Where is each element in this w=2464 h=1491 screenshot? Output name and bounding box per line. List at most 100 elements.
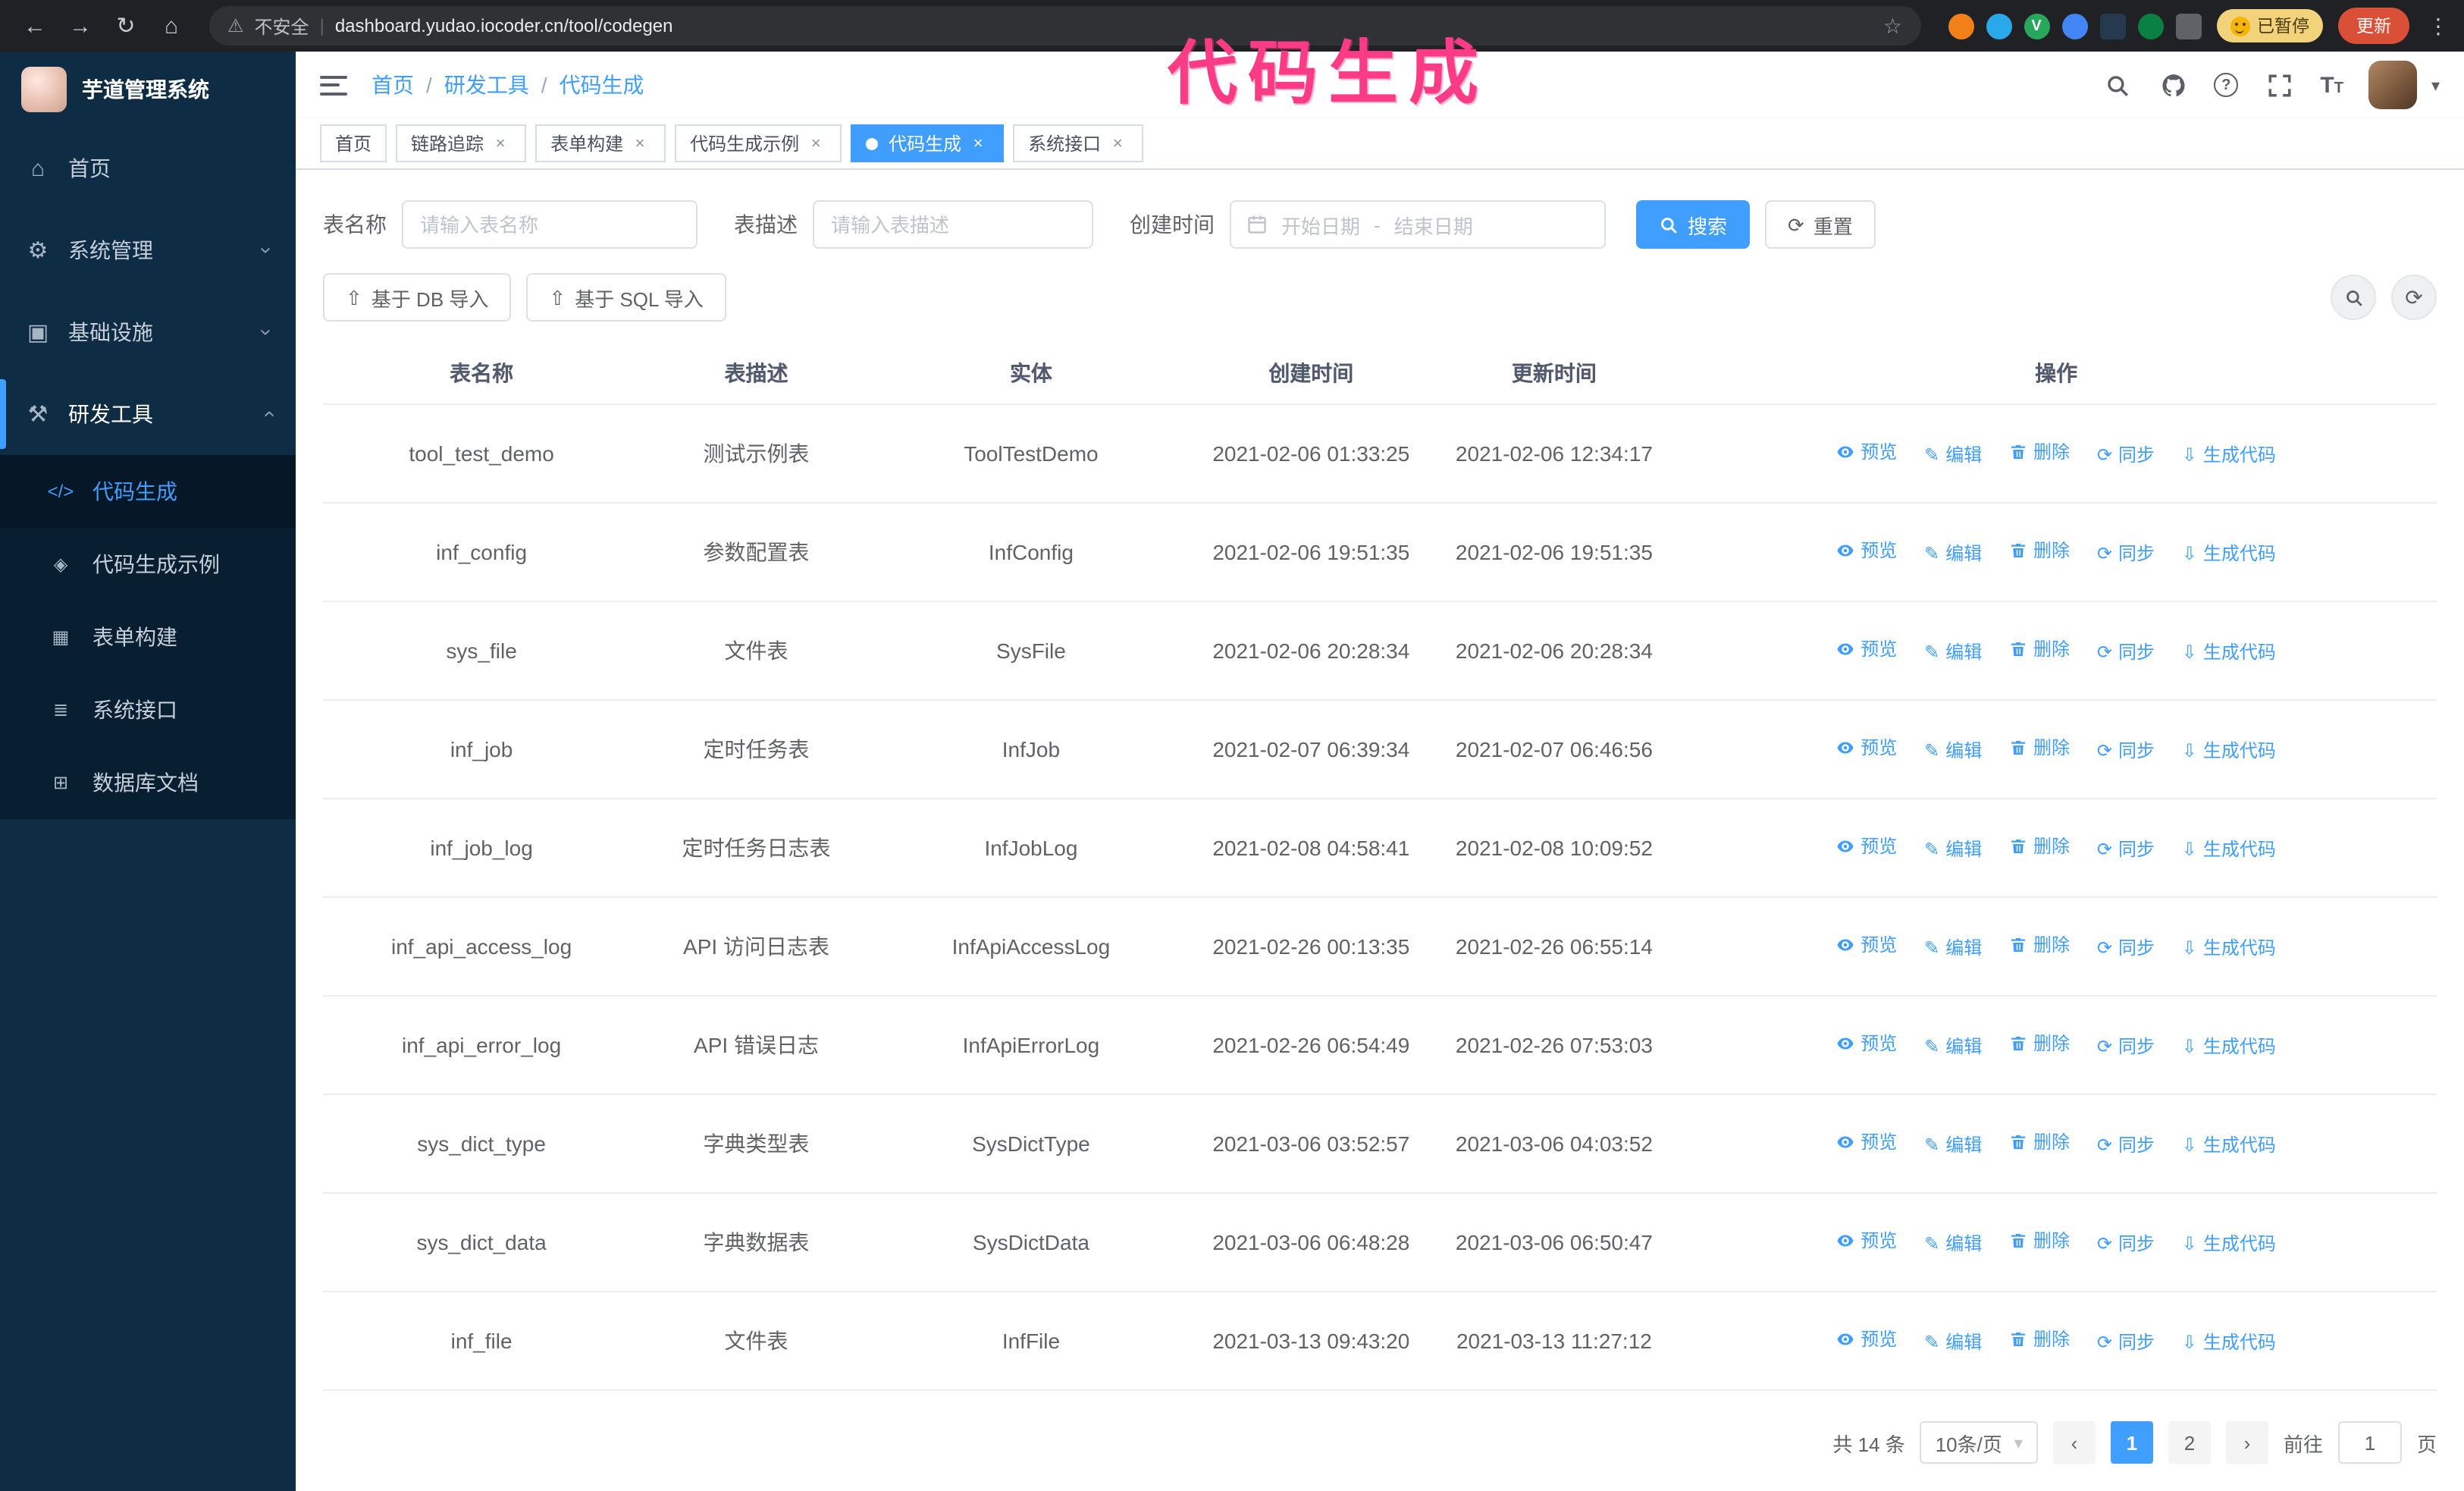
avatar-caret-icon[interactable]: ▾ (2431, 75, 2440, 95)
reset-button[interactable]: ⟳ 重置 (1765, 200, 1876, 249)
tag-form-builder[interactable]: 表单构建 × (535, 124, 666, 162)
edit-link[interactable]: ✎ 编辑 (1924, 1327, 1982, 1358)
next-page-button[interactable]: › (2225, 1421, 2268, 1464)
sync-link[interactable]: ⟳ 同步 (2097, 440, 2155, 470)
delete-link[interactable]: 删除 (2009, 1226, 2070, 1256)
sidebar-item-db-doc[interactable]: ⊞ 数据库文档 (0, 746, 296, 819)
edit-link[interactable]: ✎ 编辑 (1924, 538, 1982, 569)
search-button[interactable]: 搜索 (1636, 200, 1751, 249)
close-icon[interactable]: × (967, 133, 989, 154)
sync-link[interactable]: ⟳ 同步 (2097, 538, 2155, 569)
sync-link[interactable]: ⟳ 同步 (2097, 933, 2155, 963)
preview-link[interactable]: 预览 (1836, 437, 1897, 467)
browser-update-button[interactable]: 更新 (2338, 8, 2409, 44)
sidebar-item-system-management[interactable]: ⚙ 系统管理 › (0, 209, 296, 291)
sidebar-item-system-api[interactable]: ≣ 系统接口 (0, 673, 296, 746)
extension-icon-v[interactable]: V (2024, 13, 2049, 39)
generate-code-link[interactable]: ⇩ 生成代码 (2182, 637, 2276, 667)
sync-link[interactable]: ⟳ 同步 (2097, 1229, 2155, 1259)
sidebar-item-home[interactable]: ⌂ 首页 (0, 127, 296, 209)
extension-icon-people[interactable] (2061, 13, 2087, 39)
close-icon[interactable]: × (805, 133, 826, 154)
table-desc-input[interactable] (813, 200, 1093, 249)
sidebar-item-codegen[interactable]: </> 代码生成 (0, 455, 296, 528)
reload-button[interactable]: ↻ (106, 6, 146, 46)
browser-menu-icon[interactable]: ⋮ (2428, 13, 2449, 39)
generate-code-link[interactable]: ⇩ 生成代码 (2182, 736, 2276, 766)
edit-link[interactable]: ✎ 编辑 (1924, 1130, 1982, 1160)
goto-page-input[interactable] (2337, 1421, 2402, 1464)
delete-link[interactable]: 删除 (2009, 535, 2070, 566)
tag-tracing[interactable]: 链路追踪 × (396, 124, 527, 162)
preview-link[interactable]: 预览 (1836, 1028, 1897, 1059)
table-name-input[interactable] (402, 200, 698, 249)
page-size-select[interactable]: 10条/页 ▾ (1920, 1421, 2038, 1464)
close-icon[interactable]: × (629, 133, 650, 154)
tag-home[interactable]: 首页 (320, 124, 387, 162)
preview-link[interactable]: 预览 (1836, 634, 1897, 664)
refresh-table-button[interactable]: ⟳ (2391, 275, 2437, 320)
extension-icon-dark[interactable] (2099, 13, 2125, 39)
sync-link[interactable]: ⟳ 同步 (2097, 637, 2155, 667)
edit-link[interactable]: ✎ 编辑 (1924, 834, 1982, 865)
avatar[interactable] (2368, 61, 2418, 109)
delete-link[interactable]: 删除 (2009, 1324, 2070, 1354)
sidebar-toggle-icon[interactable] (320, 75, 347, 95)
page-button-2[interactable]: 2 (2168, 1421, 2211, 1464)
extension-icon-drop[interactable] (1986, 13, 2011, 39)
generate-code-link[interactable]: ⇩ 生成代码 (2182, 1031, 2276, 1062)
import-db-button[interactable]: ⇧ 基于 DB 导入 (323, 273, 512, 322)
tag-codegen-active[interactable]: 代码生成 × (851, 124, 1005, 162)
home-button[interactable]: ⌂ (152, 6, 191, 46)
delete-link[interactable]: 删除 (2009, 930, 2070, 960)
sync-link[interactable]: ⟳ 同步 (2097, 1327, 2155, 1358)
preview-link[interactable]: 预览 (1836, 1127, 1897, 1157)
generate-code-link[interactable]: ⇩ 生成代码 (2182, 834, 2276, 865)
import-sql-button[interactable]: ⇧ 基于 SQL 导入 (526, 273, 726, 322)
address-bar[interactable]: ⚠ 不安全 | dashboard.yudao.iocoder.cn/tool/… (209, 6, 1920, 46)
breadcrumb-dev-tools[interactable]: 研发工具 (444, 70, 529, 100)
preview-link[interactable]: 预览 (1836, 930, 1897, 960)
fullscreen-icon[interactable] (2264, 70, 2294, 100)
delete-link[interactable]: 删除 (2009, 733, 2070, 763)
github-icon[interactable] (2158, 70, 2188, 100)
generate-code-link[interactable]: ⇩ 生成代码 (2182, 1130, 2276, 1160)
delete-link[interactable]: 删除 (2009, 437, 2070, 467)
generate-code-link[interactable]: ⇩ 生成代码 (2182, 1229, 2276, 1259)
edit-link[interactable]: ✎ 编辑 (1924, 933, 1982, 963)
delete-link[interactable]: 删除 (2009, 634, 2070, 664)
page-button-1[interactable]: 1 (2110, 1421, 2153, 1464)
tag-codegen-example[interactable]: 代码生成示例 × (675, 124, 842, 162)
delete-link[interactable]: 删除 (2009, 1127, 2070, 1157)
search-icon[interactable] (2102, 70, 2132, 100)
sync-link[interactable]: ⟳ 同步 (2097, 1130, 2155, 1160)
date-range-picker[interactable]: 开始日期 - 结束日期 (1230, 200, 1606, 249)
forward-button[interactable]: → (61, 6, 100, 46)
preview-link[interactable]: 预览 (1836, 831, 1897, 862)
help-icon[interactable]: ? (2214, 73, 2239, 97)
edit-link[interactable]: ✎ 编辑 (1924, 1229, 1982, 1259)
preview-link[interactable]: 预览 (1836, 1324, 1897, 1354)
extensions-puzzle-icon[interactable] (2175, 13, 2201, 39)
edit-link[interactable]: ✎ 编辑 (1924, 637, 1982, 667)
extension-icon-leaf[interactable] (2137, 13, 2163, 39)
prev-page-button[interactable]: ‹ (2052, 1421, 2096, 1464)
sidebar-item-infrastructure[interactable]: ▣ 基础设施 › (0, 291, 296, 373)
edit-link[interactable]: ✎ 编辑 (1924, 1031, 1982, 1062)
font-size-icon[interactable]: TT (2320, 72, 2343, 98)
close-icon[interactable]: × (1107, 133, 1128, 154)
bookmark-star-icon[interactable]: ☆ (1883, 13, 1902, 39)
preview-link[interactable]: 预览 (1836, 1226, 1897, 1256)
delete-link[interactable]: 删除 (2009, 1028, 2070, 1059)
edit-link[interactable]: ✎ 编辑 (1924, 736, 1982, 766)
breadcrumb-home[interactable]: 首页 (371, 70, 414, 100)
sidebar-logo[interactable]: 芋道管理系统 (0, 52, 296, 127)
edit-link[interactable]: ✎ 编辑 (1924, 440, 1982, 470)
close-icon[interactable]: × (490, 133, 511, 154)
sidebar-item-form-builder[interactable]: ▦ 表单构建 (0, 601, 296, 673)
sync-link[interactable]: ⟳ 同步 (2097, 834, 2155, 865)
generate-code-link[interactable]: ⇩ 生成代码 (2182, 538, 2276, 569)
sync-link[interactable]: ⟳ 同步 (2097, 1031, 2155, 1062)
preview-link[interactable]: 预览 (1836, 535, 1897, 566)
preview-link[interactable]: 预览 (1836, 733, 1897, 763)
